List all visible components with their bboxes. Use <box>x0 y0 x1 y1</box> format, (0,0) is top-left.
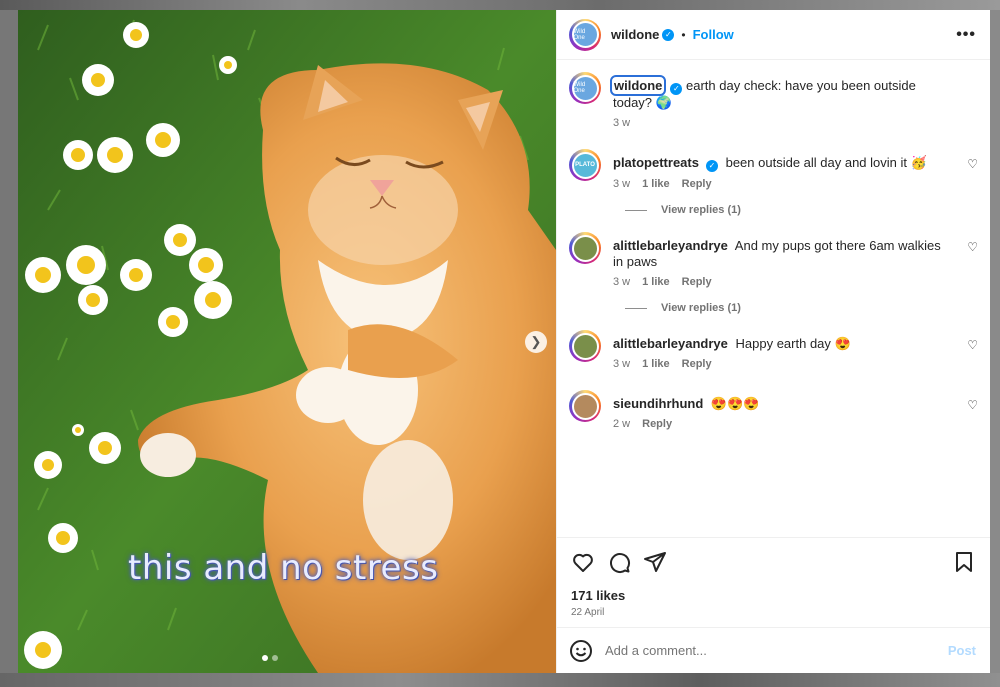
post-modal: this and no stress ❯ Wild One wildone ✓ … <box>18 10 990 673</box>
carousel-dots <box>262 655 278 661</box>
carousel-dot <box>272 655 278 661</box>
commenter-avatar[interactable] <box>569 330 601 362</box>
author-username[interactable]: wildone <box>611 27 659 42</box>
verified-icon: ✓ <box>662 28 675 41</box>
like-comment-heart-icon[interactable]: ♡ <box>967 240 978 254</box>
commenter-avatar[interactable]: PLATO <box>569 149 601 181</box>
more-options-icon[interactable]: ••• <box>956 26 976 44</box>
comment-likes[interactable]: 1 like <box>642 358 670 370</box>
post-comment-button[interactable]: Post <box>948 643 976 658</box>
commenter-username[interactable]: sieundihrhund <box>613 396 703 411</box>
post-caption: Wild One wildone ✓ earth day check: have … <box>569 72 978 129</box>
commenter-username[interactable]: alittlebarleyandrye <box>613 238 728 253</box>
comment-time: 3 w <box>613 358 631 370</box>
follow-button[interactable]: Follow <box>693 27 734 42</box>
author-info: wildone ✓ • Follow <box>611 27 734 42</box>
commenter-username[interactable]: alittlebarleyandrye <box>613 336 728 351</box>
backdrop-top <box>0 0 1000 10</box>
post-date: 22 April <box>571 607 605 618</box>
comment-item: PLATO platopettreats ✓ been outside all d… <box>569 149 978 190</box>
backdrop-right <box>990 10 1000 687</box>
caption-avatar[interactable]: Wild One <box>569 72 601 104</box>
comment-time: 2 w <box>613 418 631 430</box>
comment-time: 3 w <box>613 178 631 190</box>
post-actions: 171 likes 22 April <box>557 537 990 627</box>
backdrop-bottom <box>0 673 1000 687</box>
commenter-avatar[interactable] <box>569 390 601 422</box>
post-header: Wild One wildone ✓ • Follow ••• <box>557 10 990 60</box>
likes-count[interactable]: 171 likes <box>571 588 976 603</box>
emoji-icon[interactable] <box>569 639 593 663</box>
comment-item: sieundihrhund 😍😍😍 2 w Reply ♡ <box>569 390 978 430</box>
verified-icon: ✓ <box>705 160 718 172</box>
view-replies-button[interactable]: View replies (1) <box>625 204 978 216</box>
separator-dot: • <box>681 27 686 42</box>
comment-icon[interactable] <box>607 550 631 574</box>
post-media[interactable]: this and no stress ❯ <box>18 10 556 673</box>
reply-button[interactable]: Reply <box>682 358 712 370</box>
verified-icon: ✓ <box>670 83 683 95</box>
commenter-username[interactable]: platopettreats <box>613 155 699 170</box>
comment-text: been outside all day and lovin it 🥳 <box>725 155 927 170</box>
heart-icon[interactable] <box>571 550 595 574</box>
comments-list[interactable]: Wild One wildone ✓ earth day check: have … <box>557 60 990 537</box>
comment-item: alittlebarleyandrye Happy earth day 😍 3 … <box>569 330 978 370</box>
comment-text: Happy earth day 😍 <box>735 336 851 351</box>
carousel-dot-active <box>262 655 268 661</box>
comment-item: alittlebarleyandrye And my pups got ther… <box>569 232 978 288</box>
author-avatar[interactable]: Wild One <box>569 18 601 51</box>
reply-button[interactable]: Reply <box>642 418 672 430</box>
comment-time: 3 w <box>613 276 631 288</box>
backdrop-left <box>0 10 18 687</box>
caption-time: 3 w <box>613 117 631 129</box>
comment-text: 😍😍😍 <box>710 396 760 411</box>
like-comment-heart-icon[interactable]: ♡ <box>967 157 978 171</box>
caption-username[interactable]: wildone <box>609 75 667 96</box>
bookmark-icon[interactable] <box>952 550 976 574</box>
add-comment-input[interactable] <box>605 643 948 658</box>
reply-button[interactable]: Reply <box>682 178 712 190</box>
comment-likes[interactable]: 1 like <box>642 276 670 288</box>
like-comment-heart-icon[interactable]: ♡ <box>967 398 978 412</box>
share-icon[interactable] <box>643 550 667 574</box>
commenter-avatar[interactable] <box>569 232 601 264</box>
video-caption-overlay: this and no stress <box>128 548 439 588</box>
comment-likes[interactable]: 1 like <box>642 178 670 190</box>
like-comment-heart-icon[interactable]: ♡ <box>967 338 978 352</box>
comment-composer: Post <box>557 627 990 673</box>
post-side-panel: Wild One wildone ✓ • Follow ••• Wild One… <box>556 10 990 673</box>
chevron-right-icon[interactable]: ❯ <box>525 331 547 353</box>
view-replies-button[interactable]: View replies (1) <box>625 302 978 314</box>
reply-button[interactable]: Reply <box>682 276 712 288</box>
